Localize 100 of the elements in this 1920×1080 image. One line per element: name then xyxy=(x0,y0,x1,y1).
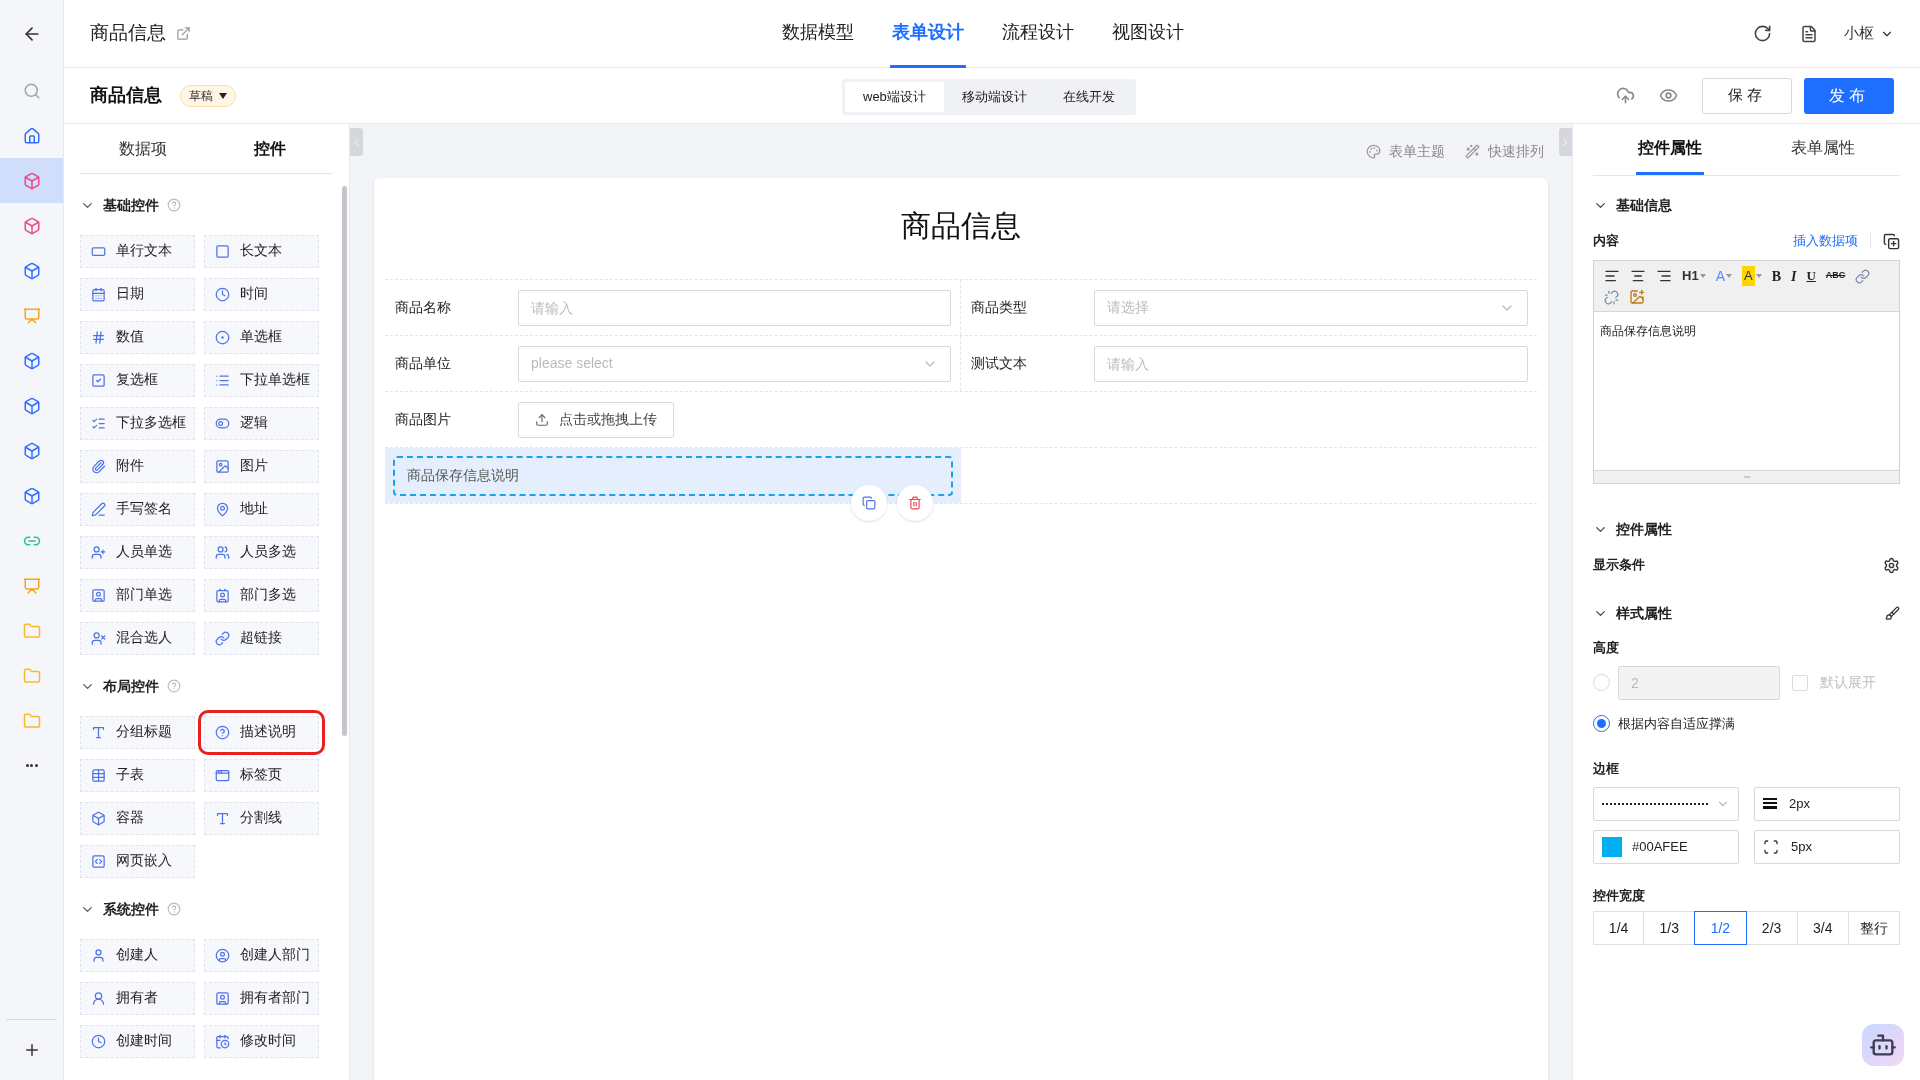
field-label: 测试文本 xyxy=(971,354,1028,373)
control-item[interactable]: 容器 xyxy=(80,802,195,835)
checkbox[interactable] xyxy=(1792,674,1808,691)
control-item[interactable]: 人员单选 xyxy=(80,536,195,569)
width-option[interactable]: 1/4 xyxy=(1593,911,1645,945)
link-icon[interactable] xyxy=(1855,268,1871,284)
panel-tab[interactable]: 数据项 xyxy=(80,124,207,173)
editor-tool[interactable]: ABC xyxy=(1825,267,1846,285)
editor-content[interactable]: 商品保存信息说明 xyxy=(1594,312,1899,470)
control-item[interactable]: 超链接 xyxy=(204,622,319,655)
delete-button[interactable] xyxy=(897,485,933,521)
control-item[interactable]: 单选框 xyxy=(204,321,319,354)
selected-field-area[interactable]: 商品保存信息说明 xyxy=(385,448,961,503)
collapse-handle[interactable] xyxy=(1559,128,1572,156)
control-item[interactable]: 逻辑 xyxy=(204,407,319,440)
control-item[interactable]: 图片 xyxy=(204,450,319,483)
control-item[interactable]: 部门多选 xyxy=(204,579,319,612)
assistant-bot-button[interactable] xyxy=(1862,1024,1904,1066)
control-item[interactable]: 创建人部门 xyxy=(204,939,319,972)
editor-tool[interactable]: U xyxy=(1806,267,1816,285)
brush-icon[interactable] xyxy=(1885,605,1900,621)
width-option[interactable]: 2/3 xyxy=(1745,911,1798,945)
external-link-icon[interactable] xyxy=(176,26,191,41)
text-field-icon xyxy=(91,244,106,259)
collapse-handle[interactable] xyxy=(350,128,363,156)
panel-tab[interactable]: 表单属性 xyxy=(1789,124,1858,175)
settings-icon[interactable] xyxy=(1883,556,1900,574)
unlink-icon[interactable] xyxy=(1604,289,1619,305)
section-title: 基础信息 xyxy=(1616,195,1672,215)
border-radius-field[interactable]: 5px xyxy=(1754,829,1900,864)
control-item[interactable]: 标签页 xyxy=(204,759,319,792)
control-item[interactable]: 修改时间 xyxy=(204,1025,319,1058)
control-item[interactable]: 部门单选 xyxy=(80,579,195,612)
control-item[interactable]: 描述说明 xyxy=(204,716,319,749)
editor-tool[interactable]: I xyxy=(1791,267,1797,285)
scrollbar[interactable] xyxy=(342,186,347,736)
paperclip-icon xyxy=(91,459,106,474)
preview-icon[interactable] xyxy=(1659,86,1678,105)
width-option[interactable]: 1/2 xyxy=(1694,911,1747,945)
palette-icon xyxy=(1366,143,1381,159)
copy-icon[interactable] xyxy=(1883,232,1900,250)
width-option[interactable]: 1/3 xyxy=(1643,911,1696,945)
design-mode-tab[interactable]: 移动端设计 xyxy=(943,82,1045,112)
control-item[interactable]: 复选框 xyxy=(80,364,195,397)
editor-tool[interactable]: H1 xyxy=(1682,267,1706,285)
control-item[interactable]: 拥有者 xyxy=(80,982,195,1015)
control-item[interactable]: 手写签名 xyxy=(80,493,195,526)
control-item[interactable]: 附件 xyxy=(80,450,195,483)
control-item[interactable]: 单行文本 xyxy=(80,235,195,268)
copy-button[interactable] xyxy=(851,485,887,521)
text-input[interactable]: 请输入 xyxy=(518,289,951,326)
control-item[interactable]: 长文本 xyxy=(204,235,319,268)
control-item[interactable]: 拥有者部门 xyxy=(204,982,319,1015)
nav-rail-item[interactable] xyxy=(0,158,63,203)
control-item[interactable]: 地址 xyxy=(204,493,319,526)
nav-tab[interactable]: 数据模型 xyxy=(780,0,856,68)
publish-button[interactable]: 发布 xyxy=(1804,77,1894,114)
nav-tab[interactable]: 流程设计 xyxy=(1000,0,1076,68)
user-menu[interactable]: 小枢 xyxy=(1844,22,1894,45)
status-dropdown[interactable]: 草稿 xyxy=(180,84,236,107)
insert-field-link[interactable]: 插入数据项 xyxy=(1793,231,1858,251)
editor-tool[interactable]: B xyxy=(1771,267,1781,285)
border-color-field[interactable]: #00AFEE xyxy=(1593,829,1739,864)
width-option[interactable]: 整行 xyxy=(1847,911,1900,945)
align-left-icon[interactable] xyxy=(1604,268,1620,284)
design-mode-tab[interactable]: web端设计 xyxy=(845,82,944,112)
insert-image-icon[interactable] xyxy=(1629,289,1645,305)
align-center-icon[interactable] xyxy=(1630,268,1646,284)
nav-tab[interactable]: 视图设计 xyxy=(1110,0,1186,68)
border-style-select[interactable] xyxy=(1593,786,1739,821)
panel-tab[interactable]: 控件属性 xyxy=(1635,124,1704,175)
text-area-icon xyxy=(215,244,230,259)
help-icon[interactable] xyxy=(167,902,181,916)
upload-button[interactable]: 点击或拖拽上传 xyxy=(518,401,674,438)
design-mode-tab[interactable]: 在线开发 xyxy=(1044,82,1133,112)
border-width-field[interactable]: 2px xyxy=(1754,786,1900,821)
control-item[interactable]: 数值 xyxy=(80,321,195,354)
control-item[interactable]: 分割线 xyxy=(204,802,319,835)
control-item[interactable]: 人员多选 xyxy=(204,536,319,569)
control-item[interactable]: 创建时间 xyxy=(80,1025,195,1058)
control-item[interactable]: 下拉单选框 xyxy=(204,364,319,397)
width-option[interactable]: 3/4 xyxy=(1796,911,1849,945)
save-button[interactable]: 保存 xyxy=(1702,77,1792,114)
help-icon[interactable] xyxy=(167,198,181,212)
control-item[interactable]: 下拉多选框 xyxy=(80,407,195,440)
control-item[interactable]: 子表 xyxy=(80,759,195,792)
checklist-icon xyxy=(91,416,106,431)
help-icon[interactable] xyxy=(167,679,181,693)
align-right-icon[interactable] xyxy=(1656,268,1672,284)
control-item[interactable]: 时间 xyxy=(204,278,319,311)
control-item[interactable]: 网页嵌入 xyxy=(80,845,195,878)
text-input[interactable]: 请输入 xyxy=(1094,345,1528,382)
control-item[interactable]: 创建人 xyxy=(80,939,195,972)
control-item[interactable]: 混合选人 xyxy=(80,622,195,655)
refresh-icon[interactable] xyxy=(1753,24,1772,43)
cloud-upload-icon[interactable] xyxy=(1616,86,1635,105)
control-item[interactable]: 分组标题 xyxy=(80,716,195,749)
document-icon[interactable] xyxy=(1800,24,1818,43)
control-item[interactable]: 日期 xyxy=(80,278,195,311)
panel-tab[interactable]: 控件 xyxy=(206,124,333,173)
